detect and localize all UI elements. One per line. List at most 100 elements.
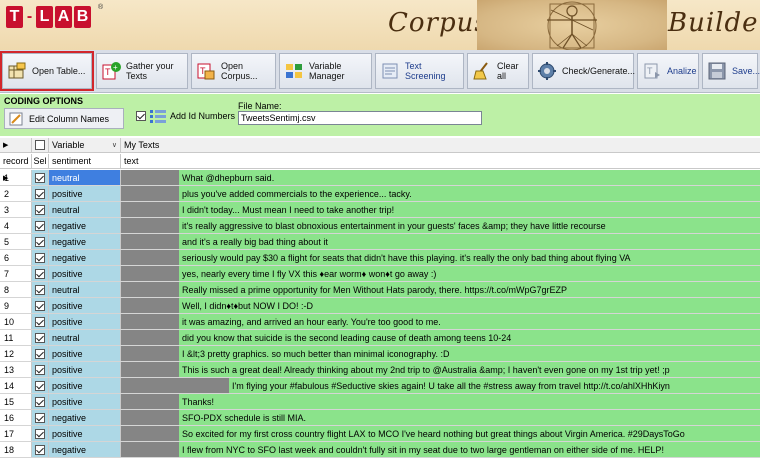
record-column-header[interactable]: record [0,154,32,168]
row-select-checkbox[interactable] [35,172,45,183]
table-row[interactable]: 4 negative it's really aggressive to blast… [0,218,760,234]
text-cell[interactable]: I &lt;3 pretty graphics. so much better … [121,346,760,361]
text-cell[interactable]: SFO-PDX schedule is still MIA. [121,410,760,425]
text-cell[interactable]: yes, nearly every time I fly VX this ♦ea… [121,266,760,281]
text-cell[interactable]: I didn't today... Must mean I need to ta… [121,202,760,217]
sentiment-cell[interactable]: neutral [49,330,121,345]
text-cell[interactable]: Well, I didn♦t♦but NOW I DO! :-D [121,298,760,313]
sentiment-cell[interactable]: positive [49,298,121,313]
record-number-cell[interactable]: 13 [0,362,32,377]
select-cell[interactable] [32,298,49,313]
table-row[interactable]: 12 positive I &lt;3 pretty graphics. so mu… [0,346,760,362]
add-id-numbers-checkbox[interactable] [136,111,146,121]
table-row[interactable]: 14 positive I'm flying your #fabulous #Sed… [0,378,760,394]
text-cell[interactable]: Thanks! [121,394,760,409]
record-number-cell[interactable]: 10 [0,314,32,329]
sentiment-cell[interactable]: positive [49,266,121,281]
row-select-checkbox[interactable] [35,412,45,423]
select-cell[interactable] [32,346,49,361]
select-cell[interactable] [32,362,49,377]
sentiment-cell[interactable]: positive [49,394,121,409]
row-select-checkbox[interactable] [35,204,45,215]
check-generate-button[interactable]: Check/Generate... [532,53,635,89]
file-name-field[interactable]: TweetsSentimj.csv [238,111,482,125]
row-select-checkbox[interactable] [35,236,45,247]
select-all-checkbox[interactable] [35,140,45,150]
variable-dropdown[interactable]: Variable ∨ [49,138,121,152]
record-number-cell[interactable]: 8 [0,282,32,297]
select-cell[interactable] [32,282,49,297]
table-row[interactable]: 13 positive This is such a great deal! Alr… [0,362,760,378]
select-cell[interactable] [32,186,49,201]
table-row[interactable]: 1 ▶ neutral What @dhepburn said. [0,170,760,186]
table-row[interactable]: 5 negative and it's a really big bad thing… [0,234,760,250]
record-number-cell[interactable]: 6 [0,250,32,265]
sentiment-cell[interactable]: neutral [49,202,121,217]
sel-column-header[interactable]: Sel [32,154,49,168]
row-select-checkbox[interactable] [35,396,45,407]
sentiment-cell[interactable]: positive [49,426,121,441]
select-cell[interactable] [32,218,49,233]
select-cell[interactable] [32,426,49,441]
sentiment-cell[interactable]: negative [49,218,121,233]
text-cell[interactable]: I'm flying your #fabulous #Seductive ski… [121,378,760,393]
text-cell[interactable]: it's really aggressive to blast obnoxiou… [121,218,760,233]
record-number-cell[interactable]: 14 [0,378,32,393]
row-select-checkbox[interactable] [35,380,45,391]
record-number-cell[interactable]: 4 [0,218,32,233]
text-cell[interactable]: plus you've added commercials to the exp… [121,186,760,201]
select-all-cell[interactable] [32,138,49,152]
select-cell[interactable] [32,250,49,265]
text-cell[interactable]: did you know that suicide is the second … [121,330,760,345]
table-row[interactable]: 17 positive So excited for my first cross … [0,426,760,442]
text-cell[interactable]: and it's a really big bad thing about it [121,234,760,249]
table-row[interactable]: 15 positive Thanks! [0,394,760,410]
variable-manager-button[interactable]: Variable Manager [279,53,372,89]
text-cell[interactable]: it was amazing, and arrived an hour earl… [121,314,760,329]
sentiment-cell[interactable]: negative [49,234,121,249]
table-row[interactable]: 16 negative SFO-PDX schedule is still MIA. [0,410,760,426]
record-number-cell[interactable]: 2 [0,186,32,201]
analize-button[interactable]: T Analize [637,53,699,89]
record-number-cell[interactable]: 11 [0,330,32,345]
select-cell[interactable] [32,330,49,345]
row-select-checkbox[interactable] [35,300,45,311]
select-cell[interactable] [32,314,49,329]
sentiment-cell[interactable]: negative [49,442,121,457]
table-row[interactable]: 2 positive plus you've added commercials t… [0,186,760,202]
open-table-button[interactable]: Open Table... [0,51,94,91]
sentiment-column-header[interactable]: sentiment [49,154,121,168]
row-select-checkbox[interactable] [35,188,45,199]
sentiment-cell[interactable]: neutral [49,170,121,185]
record-number-cell[interactable]: 17 [0,426,32,441]
sentiment-cell[interactable]: positive [49,314,121,329]
record-number-cell[interactable]: 3 [0,202,32,217]
row-select-checkbox[interactable] [35,348,45,359]
row-select-checkbox[interactable] [35,268,45,279]
select-cell[interactable] [32,394,49,409]
text-cell[interactable]: What @dhepburn said. [121,170,760,185]
gather-texts-button[interactable]: T + Gather your Texts [96,53,188,89]
edit-column-names-button[interactable]: Edit Column Names [4,108,124,129]
sentiment-cell[interactable]: negative [49,410,121,425]
text-column-header[interactable]: text [121,154,760,168]
table-row[interactable]: 6 negative seriously would pay $30 a fligh… [0,250,760,266]
record-number-cell[interactable]: 9 [0,298,32,313]
select-cell[interactable] [32,410,49,425]
save-button[interactable]: Save... [702,53,760,89]
sentiment-cell[interactable]: positive [49,346,121,361]
select-cell[interactable] [32,442,49,457]
row-select-checkbox[interactable] [35,220,45,231]
sentiment-cell[interactable]: positive [49,186,121,201]
record-number-cell[interactable]: 7 [0,266,32,281]
table-row[interactable]: 10 positive it was amazing, and arrived an… [0,314,760,330]
row-select-checkbox[interactable] [35,364,45,375]
record-number-cell[interactable]: 18 [0,442,32,457]
row-select-checkbox[interactable] [35,332,45,343]
record-number-cell[interactable]: 5 [0,234,32,249]
text-cell[interactable]: This is such a great deal! Already think… [121,362,760,377]
table-row[interactable]: 3 neutral I didn't today... Must mean I ne… [0,202,760,218]
text-cell[interactable]: I flew from NYC to SFO last week and cou… [121,442,760,457]
row-select-checkbox[interactable] [35,444,45,455]
text-cell[interactable]: Really missed a prime opportunity for Me… [121,282,760,297]
